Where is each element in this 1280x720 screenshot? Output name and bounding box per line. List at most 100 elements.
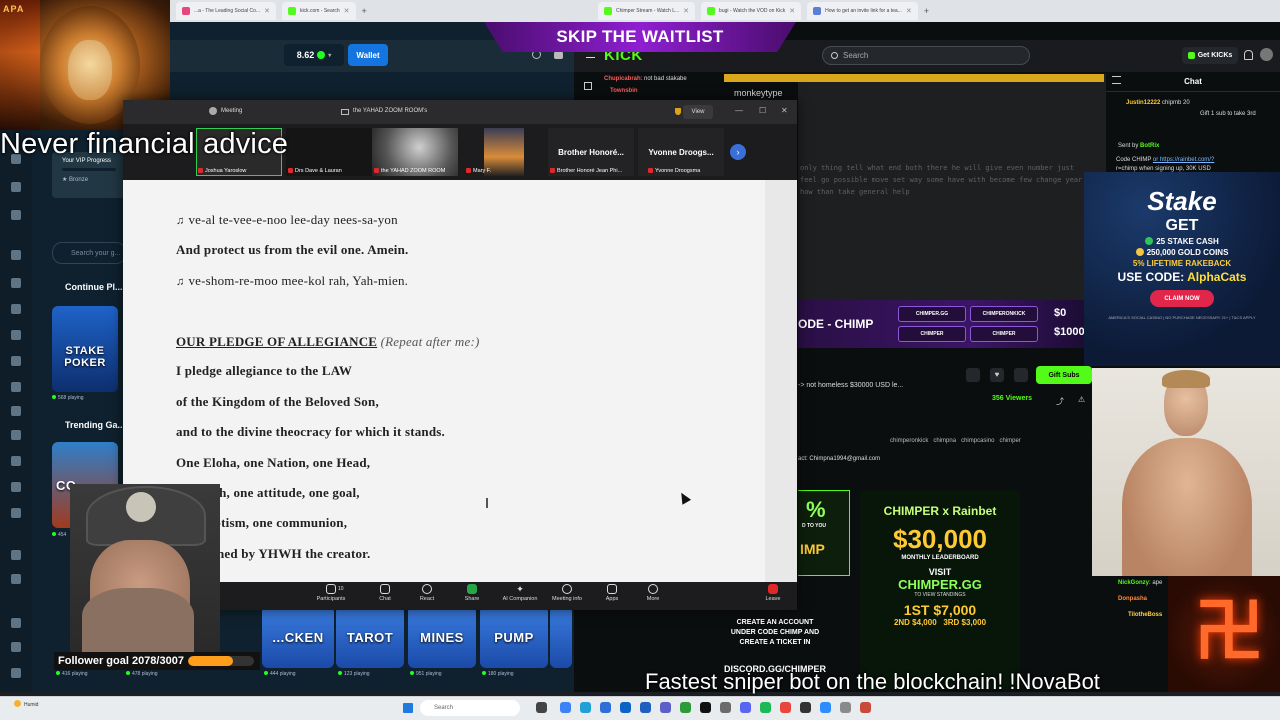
user-avatar[interactable]: [1260, 48, 1273, 61]
game-tile-pump[interactable]: PUMP: [480, 606, 548, 668]
menu-icon[interactable]: [586, 51, 595, 58]
sidebar-promo-icon[interactable]: [11, 250, 21, 260]
game-tile-mines[interactable]: MINES: [408, 606, 476, 668]
close-tab-icon[interactable]: ✕: [344, 7, 350, 15]
new-tab-icon[interactable]: +: [924, 6, 929, 16]
leaderboard-promo-panel[interactable]: CHIMPER x Rainbet $30,000 MONTHLY LEADER…: [860, 490, 1020, 690]
edge-icon[interactable]: [580, 702, 591, 713]
new-tab-icon[interactable]: +: [362, 6, 367, 16]
chat-message: NickGonzy: ape: [1118, 580, 1162, 586]
chrome-icon[interactable]: [780, 702, 791, 713]
obs-icon[interactable]: [800, 702, 811, 713]
chat-link[interactable]: or https://rainbet.com/?: [1153, 157, 1214, 163]
doc-line-prayer: And protect us from the evil one. Amein.: [176, 242, 409, 257]
meeting-label[interactable]: Meeting: [221, 108, 242, 114]
doc-line-transliteration: ♫ ve-shom-re-moo mee-kol rah, Yah-mien.: [176, 273, 408, 289]
game-tile-partial[interactable]: [550, 606, 572, 668]
maximize-icon[interactable]: ☐: [759, 106, 766, 115]
game-tile-label: MINES: [420, 629, 464, 645]
sidebar-slots-icon[interactable]: [11, 406, 21, 416]
instagram-social-link[interactable]: chimpna: [933, 438, 956, 444]
settings-icon[interactable]: [720, 702, 731, 713]
browser-tab[interactable]: ...a - The Leading Social Co... ✕: [176, 2, 276, 20]
mail-icon[interactable]: [620, 702, 631, 713]
home-icon[interactable]: [584, 82, 592, 90]
sidebar-blog-icon[interactable]: [11, 574, 21, 584]
leave-button[interactable]: Leave: [746, 584, 800, 602]
skip-waitlist-banner[interactable]: SKIP THE WAITLIST: [484, 22, 796, 52]
sidebar-originals-icon[interactable]: [11, 382, 21, 392]
app-icon[interactable]: [860, 702, 871, 713]
game-tile-stake-poker[interactable]: STAKE POKER: [52, 306, 118, 392]
share-button[interactable]: Share: [445, 584, 499, 602]
close-tab-icon[interactable]: ✕: [683, 7, 689, 15]
gift-subs-button[interactable]: Gift Subs: [1036, 366, 1092, 384]
get-kicks-button[interactable]: Get KICKs: [1182, 47, 1238, 64]
report-icon[interactable]: ⚠: [1078, 395, 1085, 404]
zoom-icon[interactable]: [820, 702, 831, 713]
heart-icon[interactable]: ♥: [990, 368, 1004, 382]
next-participants-icon[interactable]: ›: [730, 144, 746, 160]
task-view-icon[interactable]: [536, 702, 547, 713]
view-button[interactable]: View: [683, 105, 713, 119]
notifications-icon[interactable]: [1244, 50, 1253, 60]
discord-icon[interactable]: [740, 702, 751, 713]
document-scrollbar[interactable]: [765, 180, 797, 582]
store-icon[interactable]: [600, 702, 611, 713]
sidebar-bets-icon[interactable]: [11, 356, 21, 366]
browser-tab[interactable]: How to get an invite link for a tea... ✕: [807, 2, 918, 20]
close-tab-icon[interactable]: ✕: [906, 7, 912, 15]
sidebar-gameshows-icon[interactable]: [11, 456, 21, 466]
teams-icon[interactable]: [660, 702, 671, 713]
share-icon[interactable]: ⤴: [1056, 396, 1064, 407]
promo-panel-left[interactable]: % D TO YOU IMP: [798, 490, 850, 576]
sidebar-live-icon[interactable]: [11, 430, 21, 440]
game-tile-tarot[interactable]: TAROT: [336, 606, 404, 668]
instagram-social-link[interactable]: chimpcasino: [961, 438, 994, 444]
x-social-link[interactable]: chimperonkick: [890, 438, 928, 444]
sidebar-forum-icon[interactable]: [11, 618, 21, 628]
sidebar-new-icon[interactable]: [11, 482, 21, 492]
wallet-balance[interactable]: 8.62 ▾: [284, 44, 344, 66]
ai-companion-button[interactable]: ✦ AI Companion: [493, 584, 547, 602]
close-tab-icon[interactable]: ✕: [264, 7, 270, 15]
sidebar-vip-icon[interactable]: [11, 550, 21, 560]
sidebar-providers-icon[interactable]: [11, 508, 21, 518]
browser-tab[interactable]: kick.com - Search ✕: [281, 2, 356, 20]
weather-widget[interactable]: Humid: [14, 700, 38, 708]
sidebar-challenges-icon[interactable]: [11, 330, 21, 340]
start-icon[interactable]: [403, 703, 413, 713]
tiktok-social-link[interactable]: chimper: [999, 438, 1020, 444]
sidebar-sports-icon[interactable]: [11, 210, 21, 220]
kick-search-input[interactable]: Search: [822, 46, 1030, 65]
sidebar-language-icon[interactable]: [11, 668, 21, 678]
wallet-button[interactable]: Wallet: [348, 44, 388, 66]
spotify-icon[interactable]: [760, 702, 771, 713]
stake-ad[interactable]: Stake GET 25 STAKE CASH 250,000 GOLD COI…: [1084, 172, 1280, 366]
browser-tab[interactable]: Chimper Stream - Watch L... ✕: [598, 2, 696, 20]
widgets-icon[interactable]: [560, 702, 571, 713]
xbox-icon[interactable]: [680, 702, 691, 713]
sidebar-support-icon[interactable]: [11, 642, 21, 652]
browser-tab[interactable]: bugi - Watch the VOD on Kick ✕: [701, 2, 802, 20]
outlook-icon[interactable]: [640, 702, 651, 713]
game-tile-label: ...CKEN: [272, 629, 324, 645]
room-title: the YAHAD ZOOM ROOM's: [353, 108, 428, 114]
meeting-icon: [209, 107, 217, 115]
app-icon[interactable]: [840, 702, 851, 713]
claim-now-button[interactable]: CLAIM NOW: [1150, 290, 1214, 307]
participants-button[interactable]: Participants: [304, 584, 358, 602]
minimize-icon[interactable]: —: [735, 106, 743, 115]
taskbar-search[interactable]: Search: [420, 700, 520, 716]
close-icon[interactable]: ✕: [781, 106, 788, 115]
sidebar-casino-icon[interactable]: [11, 182, 21, 192]
x-app-icon[interactable]: [700, 702, 711, 713]
close-tab-icon[interactable]: ✕: [789, 7, 795, 15]
bell-icon[interactable]: [966, 368, 980, 382]
pin-icon[interactable]: [1014, 368, 1028, 382]
sidebar-favourites-icon[interactable]: [11, 278, 21, 288]
sidebar-recent-icon[interactable]: [11, 304, 21, 314]
more-button[interactable]: More: [626, 584, 680, 602]
game-tile-chicken[interactable]: ...CKEN: [262, 606, 334, 668]
search-games-input[interactable]: Search your g...: [52, 242, 126, 264]
